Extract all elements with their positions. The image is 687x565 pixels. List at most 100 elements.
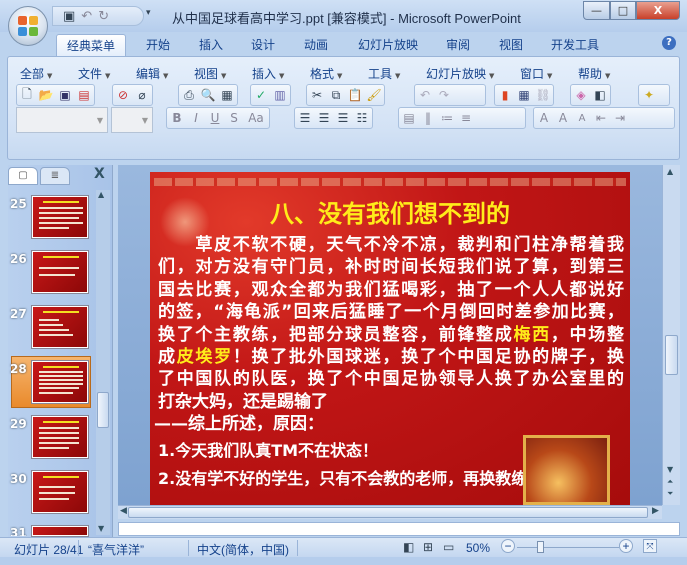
attach-icon[interactable]: ⌀ [134, 87, 150, 103]
grayscale-icon[interactable]: ◧ [592, 87, 608, 103]
tab-review[interactable]: 审阅 [436, 34, 480, 56]
menu-view[interactable]: 视图 ▼ [194, 65, 226, 82]
font-size-combo[interactable]: ▼ [111, 107, 153, 133]
justify-icon[interactable]: ☷ [354, 110, 370, 126]
tab-insert[interactable]: 插入 [189, 34, 233, 56]
align-center-icon[interactable]: ☰ [316, 110, 332, 126]
tab-classic-menu[interactable]: 经典菜单 [56, 34, 127, 56]
office-button[interactable] [8, 6, 48, 46]
menu-edit[interactable]: 编辑 ▼ [136, 65, 168, 82]
scroll-down-icon[interactable]: ▼ [98, 524, 104, 533]
grid-icon[interactable]: ▦ [219, 87, 235, 103]
font-color-icon[interactable]: A [536, 110, 552, 126]
slide-thumbnail[interactable] [31, 415, 89, 459]
paste-icon[interactable]: 📋 [347, 87, 363, 103]
print-icon[interactable]: ⎙ [181, 87, 197, 103]
slide-thumbnail[interactable] [31, 305, 89, 349]
undo-icon[interactable]: ↶ [81, 9, 92, 24]
hyperlink-icon[interactable]: ⛓ [535, 87, 551, 103]
tab-design[interactable]: 设计 [241, 34, 285, 56]
text-direction-icon[interactable]: ▤ [401, 110, 417, 126]
panel-scrollbar[interactable]: ▲ ▼ [96, 190, 110, 535]
slideshow-icon[interactable]: ▭ [443, 540, 454, 554]
menu-insert[interactable]: 插入 ▼ [252, 65, 284, 82]
menu-file[interactable]: 文件 ▼ [78, 65, 110, 82]
scroll-up-icon[interactable]: ▲ [98, 190, 104, 199]
tab-animation[interactable]: 动画 [294, 34, 338, 56]
zoom-level[interactable]: 50% [466, 541, 490, 555]
vertical-scrollbar[interactable]: ▲ ▼ ⏶ ⏷ [662, 165, 680, 505]
horizontal-scrollbar[interactable]: ◀ ▶ [118, 505, 662, 519]
spelling-icon[interactable]: ✓ [253, 87, 269, 103]
menu-format[interactable]: 格式 ▼ [310, 65, 342, 82]
menu-tools[interactable]: 工具 ▼ [368, 65, 400, 82]
normal-view-icon[interactable]: ◧ [403, 540, 414, 554]
format-painter-icon[interactable]: 🖌 [366, 87, 382, 103]
new-icon[interactable]: 🗋 [19, 87, 35, 103]
slide-thumbnail-selected[interactable] [31, 360, 89, 404]
table-icon[interactable]: ▦ [516, 87, 532, 103]
zoom-slider-thumb[interactable] [537, 541, 544, 553]
scroll-thumb[interactable] [665, 335, 678, 375]
slide-canvas[interactable]: 八、没有我们想不到的 草皮不软不硬，天气不冷不凉，裁判和门柱净帮着我 们，对方没… [150, 172, 630, 505]
slide-thumbnail[interactable] [31, 250, 89, 294]
decrease-indent-icon[interactable]: ⇤ [593, 110, 609, 126]
tab-developer[interactable]: 开发工具 [541, 34, 609, 56]
document-permission-icon[interactable]: ⊘ [115, 87, 131, 103]
font-name-combo[interactable]: ▼ [16, 107, 108, 133]
slide-thumbnail[interactable] [31, 525, 89, 537]
shrink-font-icon[interactable]: A [574, 110, 590, 126]
cut-icon[interactable]: ✂ [309, 87, 325, 103]
italic-icon[interactable]: I [188, 110, 204, 126]
open-icon[interactable]: 📂 [38, 87, 54, 103]
close-button[interactable]: X [636, 1, 680, 20]
notes-pane[interactable] [118, 522, 680, 536]
numbering-icon[interactable]: ≔ [439, 110, 455, 126]
color-scheme-icon[interactable]: ◈ [573, 87, 589, 103]
undo-icon[interactable]: ↶ [417, 87, 433, 103]
maximize-button[interactable]: □ [610, 1, 636, 20]
scroll-thumb[interactable] [97, 392, 109, 428]
menu-help[interactable]: 帮助 ▼ [578, 65, 610, 82]
slide-sorter-icon[interactable]: ⊞ [423, 540, 433, 554]
increase-indent-icon[interactable]: ⇥ [612, 110, 628, 126]
line-spacing-icon[interactable]: ‖ [420, 110, 436, 126]
grow-font-icon[interactable]: A [555, 110, 571, 126]
slide-thumbnail[interactable] [31, 470, 89, 514]
align-left-icon[interactable]: ☰ [297, 110, 313, 126]
previous-slide-icon[interactable]: ⏶ [667, 477, 673, 487]
zoom-in-icon[interactable]: + [619, 539, 633, 553]
underline-icon[interactable]: U [207, 110, 223, 126]
minimize-button[interactable]: — [583, 1, 610, 20]
help-icon[interactable]: ? [662, 36, 676, 50]
new-slide-icon[interactable]: ✦ [641, 87, 657, 103]
menu-window[interactable]: 窗口 ▼ [520, 65, 552, 82]
align-right-icon[interactable]: ☰ [335, 110, 351, 126]
save-icon[interactable]: ▣ [57, 87, 73, 103]
slides-tab[interactable]: ▢ [8, 167, 38, 185]
customize-qat-icon[interactable]: ▾ [146, 8, 151, 18]
tab-slideshow[interactable]: 幻灯片放映 [348, 34, 428, 56]
tab-view[interactable]: 视图 [489, 34, 533, 56]
redo-icon[interactable]: ↻ [98, 9, 109, 24]
tab-home[interactable]: 开始 [136, 34, 180, 56]
slide-thumbnail[interactable] [31, 195, 89, 239]
scroll-down-icon[interactable]: ▼ [667, 465, 673, 474]
zoom-out-icon[interactable]: − [501, 539, 515, 553]
permission-icon[interactable]: ▤ [76, 87, 92, 103]
bullets-icon[interactable]: ≡ [458, 110, 474, 126]
scroll-right-icon[interactable]: ▶ [652, 506, 659, 516]
bold-icon[interactable]: B [169, 110, 185, 126]
scroll-up-icon[interactable]: ▲ [667, 167, 673, 176]
save-icon[interactable]: ▣ [63, 9, 75, 24]
redo-icon[interactable]: ↷ [436, 87, 452, 103]
close-panel-icon[interactable]: X [94, 166, 105, 182]
outline-tab[interactable]: ≣ [40, 167, 70, 185]
scroll-thumb[interactable] [128, 507, 648, 518]
chart-icon[interactable]: ▮ [497, 87, 513, 103]
research-icon[interactable]: ▥ [272, 87, 288, 103]
copy-icon[interactable]: ⧉ [328, 87, 344, 103]
zoom-slider[interactable] [517, 547, 619, 548]
menu-slideshow[interactable]: 幻灯片放映 ▼ [426, 65, 494, 82]
next-slide-icon[interactable]: ⏷ [667, 489, 673, 499]
